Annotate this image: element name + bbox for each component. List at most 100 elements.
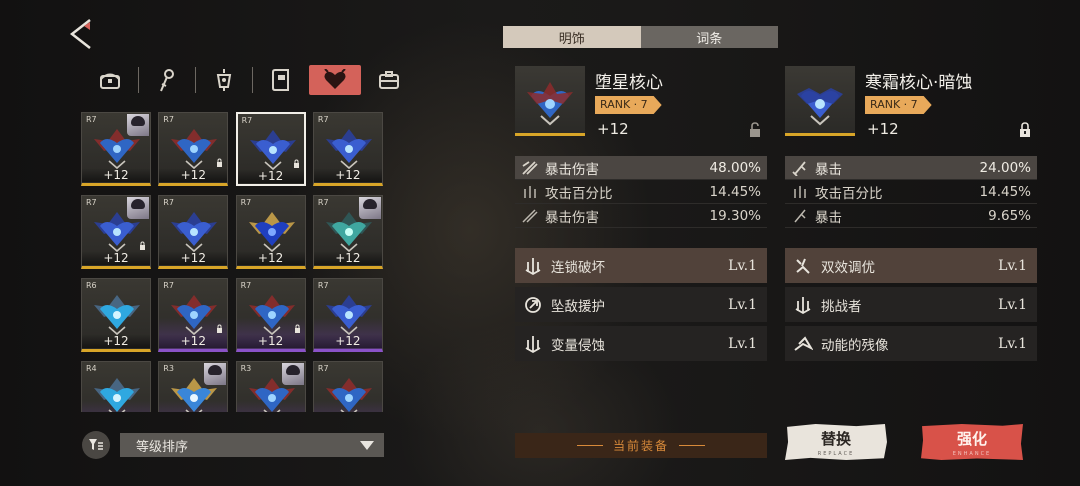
core-gem-icon [94, 378, 140, 412]
skill-name: 动能的残像 [821, 337, 889, 354]
card-rank: R7 [240, 281, 252, 290]
card-rank: R7 [163, 281, 174, 290]
stat-value: 48.00% [709, 159, 761, 176]
tab-mingshi[interactable]: 明饰 [503, 26, 641, 48]
sub-stat-row: 攻击百分比 14.45% [515, 180, 767, 204]
core-gem-icon [248, 212, 295, 253]
skill-row[interactable]: 坠敌援护 Lv.1 [515, 287, 767, 322]
tab-case[interactable] [367, 65, 411, 95]
item-name: 寒霜核心·暗蚀 [865, 73, 973, 93]
filter-icon[interactable] [82, 431, 110, 459]
item-card[interactable]: R7 +12 [158, 278, 229, 352]
skill-level: Lv.1 [728, 257, 757, 274]
item-card[interactable]: R7 +12 [312, 278, 383, 352]
tab-chest[interactable] [88, 65, 132, 95]
core-gem-icon [797, 88, 843, 126]
card-rank: R7 [317, 115, 329, 124]
item-card[interactable]: R7 +12 [312, 195, 383, 269]
item-card[interactable]: R7 [312, 361, 383, 412]
stat-list: 暴击伤害 48.00% 攻击百分比 14.45% 暴击伤害 19.30% [515, 156, 767, 228]
crit-damage-icon [522, 160, 538, 175]
item-card[interactable]: R3 [158, 361, 229, 412]
skill-level: Lv.1 [728, 296, 757, 313]
card-rank: R7 [240, 198, 252, 207]
replace-button[interactable]: 替换 REPLACE [785, 424, 887, 460]
enhance-button[interactable]: 强化 ENHANCE [921, 424, 1023, 460]
core-gem-icon [325, 378, 372, 412]
skill-row[interactable]: 动能的残像 Lv.1 [785, 326, 1037, 361]
skill-list: 双效调优 Lv.1 挑战者 Lv.1 动能的残像 Lv.1 [785, 248, 1037, 365]
card-rank: R7 [317, 198, 329, 207]
stat-value: 9.65% [988, 207, 1031, 224]
card-rank: R7 [317, 364, 329, 373]
equipped-label: 当前装备 [612, 439, 669, 453]
stat-value: 24.00% [979, 159, 1031, 176]
item-level: +12 [867, 120, 899, 138]
staff-icon [160, 69, 174, 92]
card-level: +12 [159, 251, 228, 265]
lock-icon[interactable] [1019, 122, 1031, 137]
erosion-icon [525, 335, 541, 353]
attack-icon [524, 185, 536, 198]
core-gem-icon [249, 130, 296, 171]
stat-value: 14.45% [709, 183, 761, 200]
tab-book[interactable] [259, 65, 303, 95]
card-rank: R6 [86, 281, 97, 290]
card-rank: R7 [241, 116, 253, 125]
item-card[interactable]: R7 +12 [312, 112, 383, 186]
avatar [127, 114, 149, 136]
item-card[interactable]: R7 +12 [235, 112, 306, 186]
card-rank: R7 [317, 281, 329, 290]
dual-tune-icon [796, 258, 810, 274]
sort-dropdown[interactable]: 等级排序 [120, 433, 384, 457]
skill-row[interactable]: 双效调优 Lv.1 [785, 248, 1037, 283]
skill-row[interactable]: 变量侵蚀 Lv.1 [515, 326, 767, 361]
stat-name: 暴击伤害 [545, 209, 599, 226]
item-card[interactable]: R3 [235, 361, 306, 412]
skill-row[interactable]: 连锁破坏 Lv.1 [515, 248, 767, 283]
skill-level: Lv.1 [998, 335, 1027, 352]
tab-heart-core[interactable] [309, 65, 361, 95]
heart-icon [324, 69, 346, 89]
card-level: +12 [313, 251, 382, 265]
enhance-sublabel: ENHANCE [952, 450, 992, 457]
book-icon [272, 69, 289, 91]
divider [138, 67, 139, 93]
card-level: +12 [236, 334, 305, 348]
stat-list: 暴击 24.00% 攻击百分比 14.45% 暴击 9.65% [785, 156, 1037, 228]
skill-list: 连锁破坏 Lv.1 坠敌援护 Lv.1 变量侵蚀 Lv.1 [515, 248, 767, 365]
item-thumbnail [515, 66, 585, 136]
divider [252, 67, 253, 93]
back-arrow-icon[interactable] [68, 18, 94, 50]
main-stat-row: 暴击 24.00% [785, 156, 1037, 180]
divider [576, 445, 603, 446]
core-gem-icon [248, 295, 295, 336]
item-card[interactable]: R7 +12 [235, 278, 306, 352]
tab-lantern[interactable] [202, 65, 246, 95]
unlock-icon[interactable] [749, 122, 761, 137]
item-card[interactable]: R6 +12 [81, 278, 151, 352]
item-card[interactable]: R7 +12 [158, 112, 229, 186]
detail-tabs: 明饰 词条 [503, 26, 778, 48]
item-card[interactable]: R7 +12 [158, 195, 229, 269]
item-card[interactable]: R7 +12 [235, 195, 306, 269]
lock-icon [140, 241, 145, 250]
skill-row[interactable]: 挑战者 Lv.1 [785, 287, 1037, 322]
chain-break-icon [525, 257, 541, 275]
card-level: +12 [313, 168, 382, 182]
item-card[interactable]: R7 +12 [81, 195, 151, 269]
stat-name: 暴击伤害 [545, 161, 599, 178]
item-card[interactable]: R4 [81, 361, 151, 412]
tab-staff[interactable] [145, 65, 189, 95]
avatar [204, 363, 227, 385]
card-rank: R3 [163, 364, 174, 373]
core-gem-icon [171, 212, 218, 253]
card-rank: R7 [86, 115, 97, 124]
item-grid: R7 +12 R7 +12 R7 +12 R7 +12 R7 +12 R7 +12 R7 +12 R7 +12… [81, 112, 387, 412]
item-card[interactable]: R7 +12 [81, 112, 151, 186]
stat-name: 攻击百分比 [815, 185, 883, 202]
card-level: +12 [82, 334, 150, 348]
tab-citiao[interactable]: 词条 [640, 26, 778, 48]
lock-icon [293, 159, 299, 168]
card-level: +12 [82, 168, 150, 182]
